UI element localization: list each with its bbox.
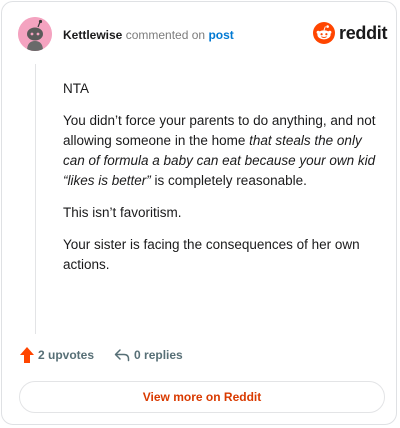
reply-count: 0 replies xyxy=(134,348,183,362)
comment-paragraph-1: NTA xyxy=(63,81,89,96)
avatar-snoo-icon xyxy=(18,17,52,51)
post-link[interactable]: post xyxy=(208,28,233,42)
reddit-logo[interactable]: reddit xyxy=(313,22,388,44)
upvote-count: 2 upvotes xyxy=(38,348,95,362)
action-text: commented on xyxy=(125,28,206,42)
comment-actions: 2 upvotes 0 replies xyxy=(20,347,183,363)
comment-body: NTA You didn’t force your parents to do … xyxy=(63,79,383,287)
paragraph-2-tail: is completely reasonable. xyxy=(150,173,307,188)
reddit-logo-icon xyxy=(313,22,335,44)
avatar[interactable] xyxy=(18,17,52,51)
thread-line xyxy=(35,64,36,334)
upvote-button[interactable]: 2 upvotes xyxy=(20,347,94,363)
view-more-button[interactable]: View more on Reddit xyxy=(19,381,385,413)
reply-button[interactable]: 0 replies xyxy=(114,348,183,362)
comment-embed-card: Kettlewise commented on post reddit NTA … xyxy=(1,1,397,425)
comment-paragraph-2: You didn’t force your parents to do anyt… xyxy=(63,111,383,191)
reply-arrow-icon xyxy=(114,349,130,362)
reddit-wordmark: reddit xyxy=(339,22,388,43)
comment-paragraph-4: Your sister is facing the consequences o… xyxy=(63,237,360,272)
upvote-arrow-icon xyxy=(20,347,34,363)
comment-paragraph-3: This isn’t favoritism. xyxy=(63,205,182,220)
username[interactable]: Kettlewise xyxy=(63,28,122,42)
comment-header: Kettlewise commented on post xyxy=(63,27,234,43)
